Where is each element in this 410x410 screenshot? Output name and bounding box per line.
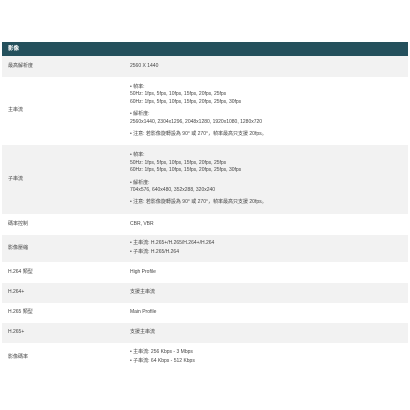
resolution-list: 2560x1440, 2304x1296, 2048x1280, 1920x10…	[130, 118, 263, 125]
spec-label: H.264+	[8, 289, 25, 296]
spec-value: Main Profile	[130, 309, 408, 317]
section-title: 影像	[8, 46, 20, 52]
spec-value-line: 支援主串流	[130, 289, 156, 296]
frame-rate-50hz: 50Hz: 1fps, 5fps, 10fps, 15fps, 20fps, 2…	[130, 91, 227, 98]
resolution-heading: • 解析度:	[130, 179, 150, 186]
spec-label: 主串流	[8, 107, 24, 114]
spec-label: 子串流	[8, 175, 24, 182]
spec-value-block: High Profile	[130, 269, 408, 277]
main-stream-bitrate: • 主串流: 256 Kbps - 3 Mbps	[130, 349, 408, 357]
spec-value-block: Main Profile	[130, 309, 408, 317]
spec-value: 支援主串流	[130, 289, 408, 297]
spec-row-sub-stream: 子串流 • 幀率: 50Hz: 1fps, 5fps, 10fps, 15fps…	[2, 145, 408, 214]
frame-rate-heading: • 幀率:	[130, 152, 145, 159]
resolution-heading: • 解析度:	[130, 111, 150, 117]
frame-rate-block: • 幀率: 50Hz: 1fps, 5fps, 10fps, 15fps, 20…	[130, 152, 408, 175]
spec-value-block: 支援主串流	[130, 289, 408, 297]
spec-row-video-bitrate: 影像碼率 • 主串流: 256 Kbps - 3 Mbps • 子串流: 64 …	[2, 343, 408, 372]
spec-row-main-stream: 主串流 • 幀率: 50Hz: 1fps, 5fps, 10fps, 15fps…	[2, 77, 408, 145]
main-stream-codecs: • 主串流: H.265+/H.265/H.264+/H.264	[130, 240, 408, 248]
resolution-block: • 解析度: 704x576, 640x480, 352x288, 320x24…	[130, 180, 408, 195]
spec-value-line: CBR, VBR	[130, 220, 154, 227]
frame-rate-heading: • 幀率:	[130, 83, 145, 90]
spec-value: • 主串流: H.265+/H.265/H.264+/H.264 • 子串流: …	[130, 240, 408, 257]
spec-value-line: • 主串流: 256 Kbps - 3 Mbps	[130, 349, 193, 355]
spec-value-block: 2560 X 1440	[130, 63, 408, 71]
rotation-note: • 注意: 若影像旋轉設為 90° 或 270°，幀率最高只支援 20fps。	[130, 130, 267, 137]
spec-label: H.265+	[8, 329, 25, 336]
spec-row-h265-type: H.265 類型 Main Profile	[2, 303, 408, 323]
spec-value: 2560 X 1440	[130, 63, 408, 71]
spec-value: 支援主串流	[130, 329, 408, 337]
spec-row-h265-plus: H.265+ 支援主串流	[2, 323, 408, 343]
spec-table: 影像 最高解析度 2560 X 1440 主串流 • 幀率: 50Hz: 1fp…	[2, 42, 408, 372]
spec-label: H.265 類型	[8, 309, 33, 316]
sub-stream-codecs: • 子串流: H.265/H.264	[130, 249, 408, 257]
spec-label: H.264 類型	[8, 268, 33, 275]
spec-row-h264-plus: H.264+ 支援主串流	[2, 283, 408, 303]
spec-value-line: • 主串流: H.265+/H.265/H.264+/H.264	[130, 240, 215, 246]
spec-value-line: 2560 X 1440	[130, 62, 159, 69]
rotation-note: • 注意: 若影像旋轉設為 90° 或 270°，幀率最高只支援 20fps。	[130, 199, 267, 206]
frame-rate-block: • 幀率: 50Hz: 1fps, 5fps, 10fps, 15fps, 20…	[130, 84, 408, 107]
note-block: • 注意: 若影像旋轉設為 90° 或 270°，幀率最高只支援 20fps。	[130, 131, 408, 139]
spec-value: High Profile	[130, 269, 408, 277]
spec-value-line: 支援主串流	[130, 329, 156, 336]
spec-value-line: • 子串流: 64 Kbps - 512 Kbps	[130, 358, 195, 365]
spec-row-video-compression: 影像壓縮 • 主串流: H.265+/H.265/H.264+/H.264 • …	[2, 235, 408, 262]
resolution-list: 704x576, 640x480, 352x288, 320x240	[130, 187, 216, 194]
section-header: 影像	[2, 42, 408, 56]
spec-label: 影像壓縮	[8, 244, 29, 251]
spec-label: 影像碼率	[8, 353, 29, 360]
spec-value: • 幀率: 50Hz: 1fps, 5fps, 10fps, 15fps, 20…	[130, 152, 408, 207]
spec-row-bitrate-control: 碼率控制 CBR, VBR	[2, 214, 408, 235]
spec-value: • 主串流: 256 Kbps - 3 Mbps • 子串流: 64 Kbps …	[130, 349, 408, 366]
sub-stream-bitrate: • 子串流: 64 Kbps - 512 Kbps	[130, 358, 408, 366]
note-block: • 注意: 若影像旋轉設為 90° 或 270°，幀率最高只支援 20fps。	[130, 199, 408, 207]
resolution-block: • 解析度: 2560x1440, 2304x1296, 2048x1280, …	[130, 111, 408, 126]
spec-value-block: 支援主串流	[130, 329, 408, 337]
spec-value-line: High Profile	[130, 268, 156, 275]
frame-rate-60hz: 60Hz: 1fps, 5fps, 10fps, 15fps, 20fps, 2…	[130, 98, 242, 105]
frame-rate-50hz: 50Hz: 1fps, 5fps, 10fps, 15fps, 20fps, 2…	[130, 159, 227, 166]
spec-value-block: CBR, VBR	[130, 221, 408, 229]
spec-row-h264-type: H.264 類型 High Profile	[2, 262, 408, 283]
spec-value: • 幀率: 50Hz: 1fps, 5fps, 10fps, 15fps, 20…	[130, 84, 408, 139]
spec-value: CBR, VBR	[130, 221, 408, 229]
frame-rate-60hz: 60Hz: 1fps, 5fps, 10fps, 15fps, 20fps, 2…	[130, 167, 242, 174]
spec-value-line: Main Profile	[130, 309, 157, 316]
spec-label: 最高解析度	[8, 62, 34, 69]
spec-label: 碼率控制	[8, 220, 29, 227]
spec-value-line: • 子串流: H.265/H.264	[130, 249, 179, 256]
spec-row-max-resolution: 最高解析度 2560 X 1440	[2, 56, 408, 77]
